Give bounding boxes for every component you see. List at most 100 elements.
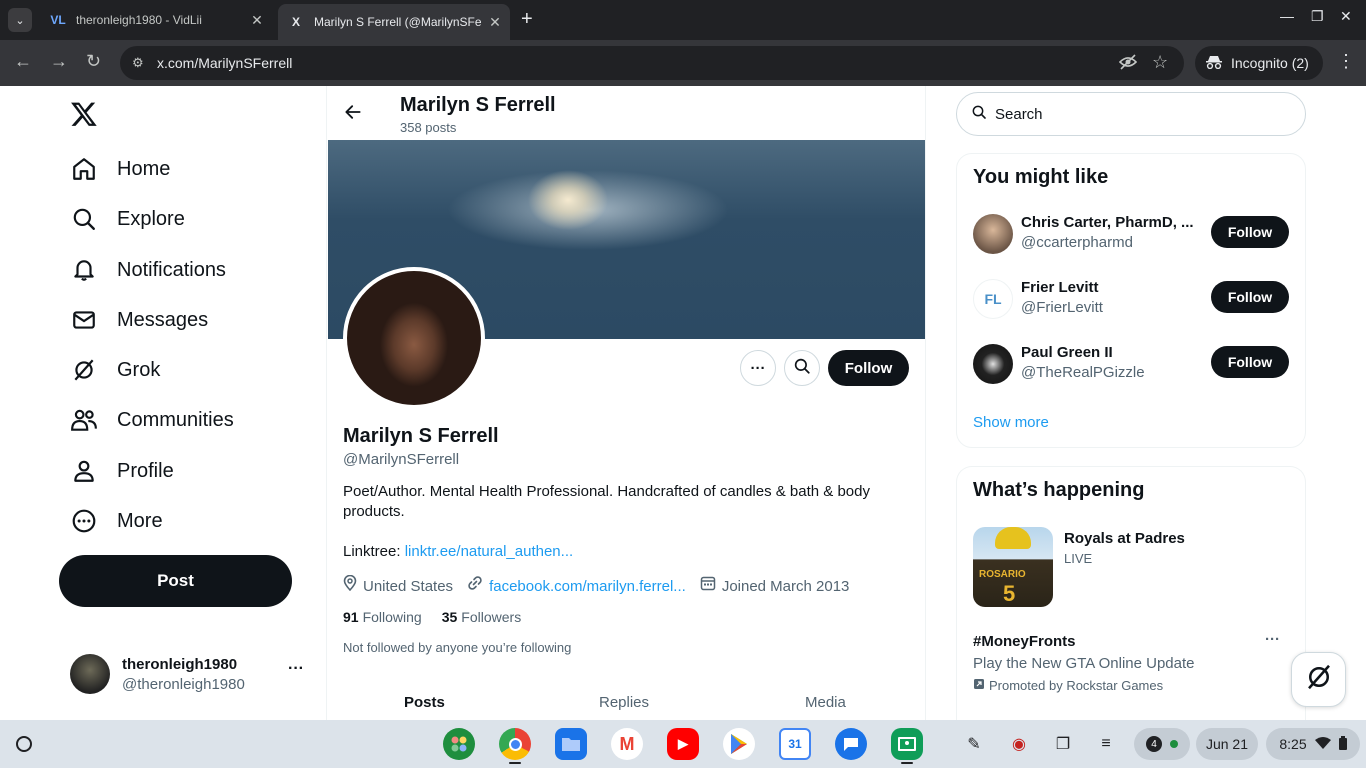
card-title: What’s happening: [973, 479, 1145, 501]
trend-more-icon[interactable]: ···: [1265, 631, 1280, 648]
suggestion-item[interactable]: Chris Carter, PharmD, ... @ccarterpharmd…: [973, 214, 1293, 258]
forward-icon[interactable]: →: [50, 51, 68, 72]
mail-icon: [70, 306, 98, 334]
event-thumbnail[interactable]: ROSARIO 5: [973, 527, 1053, 607]
back-icon[interactable]: ←: [14, 51, 32, 72]
event-title[interactable]: Royals at Padres: [1064, 530, 1185, 547]
close-window-icon[interactable]: ✕: [1340, 8, 1352, 25]
nav-label: Profile: [117, 459, 174, 482]
tab-media[interactable]: Media: [805, 694, 846, 711]
search-input[interactable]: Search: [956, 92, 1306, 136]
browser-menu-icon[interactable]: ⋮: [1337, 51, 1355, 72]
suggestion-name: Chris Carter, PharmD, ...: [1021, 214, 1194, 231]
show-more-link[interactable]: Show more: [973, 414, 1049, 431]
x-logo-icon[interactable]: [70, 100, 100, 130]
messages-app-icon[interactable]: [835, 728, 867, 760]
tote-icon[interactable]: ≡: [1094, 732, 1118, 756]
suggestion-item[interactable]: FL Frier Levitt @FrierLevitt Follow: [973, 279, 1293, 323]
jersey-name: ROSARIO: [979, 569, 1026, 580]
website-item: facebook.com/marilyn.ferrel...: [467, 575, 686, 595]
clipboard-icon[interactable]: ❐: [1051, 732, 1075, 756]
website-link[interactable]: facebook.com/marilyn.ferrel...: [489, 578, 686, 595]
nav-item-explore[interactable]: Explore: [70, 199, 185, 239]
files-icon[interactable]: [555, 728, 587, 760]
reload-icon[interactable]: ↻: [86, 51, 101, 72]
play-store-icon[interactable]: [723, 728, 755, 760]
promoted-icon: [973, 678, 985, 693]
screen-record-icon[interactable]: ◉: [1007, 732, 1031, 756]
clock: 8:25: [1279, 736, 1307, 752]
address-bar[interactable]: ⚙ x.com/MarilynSFerrell ☆: [120, 46, 1184, 80]
url-text[interactable]: x.com/MarilynSFerrell: [157, 55, 292, 71]
nav-item-communities[interactable]: Communities: [70, 400, 234, 440]
gmail-icon[interactable]: M: [611, 728, 643, 760]
account-switcher[interactable]: theronleigh1980 @theronleigh1980 ···: [70, 654, 310, 698]
nav-item-notifications[interactable]: Notifications: [70, 250, 226, 290]
pen-icon[interactable]: ✎: [962, 732, 986, 756]
nav-item-more[interactable]: More: [70, 501, 163, 541]
browser-tab-x[interactable]: X Marilyn S Ferrell (@MarilynSFe ✕: [278, 4, 510, 40]
avatar: [70, 654, 110, 694]
following-link[interactable]: 91 Following: [343, 609, 422, 625]
app-grid-icon[interactable]: [443, 728, 475, 760]
promo-text: Play the New GTA Online Update: [973, 655, 1195, 672]
grok-floating-button[interactable]: [1291, 652, 1346, 707]
suggestion-item[interactable]: Paul Green II @TheRealPGizzle Follow: [973, 344, 1293, 388]
nav-item-messages[interactable]: Messages: [70, 300, 208, 340]
site-info-icon[interactable]: ⚙: [132, 55, 144, 71]
follow-button[interactable]: Follow: [1211, 216, 1289, 248]
follow-button[interactable]: Follow: [1211, 346, 1289, 378]
linktree-link[interactable]: linktr.ee/natural_authen...: [405, 543, 573, 560]
account-more-icon[interactable]: ···: [288, 660, 304, 678]
cap-shape: [995, 527, 1031, 549]
location-text: United States: [363, 578, 454, 595]
tab-replies[interactable]: Replies: [599, 694, 649, 711]
nav-item-profile[interactable]: Profile: [70, 451, 174, 491]
grok-icon: [70, 356, 98, 384]
tab-posts[interactable]: Posts: [404, 694, 445, 711]
profile-avatar[interactable]: [343, 267, 485, 409]
calendar-app-icon[interactable]: 31: [779, 728, 811, 760]
back-arrow-icon[interactable]: [343, 102, 363, 128]
date-pill[interactable]: Jun 21: [1196, 728, 1258, 760]
suggestion-name: Frier Levitt: [1021, 279, 1099, 296]
classroom-app-icon[interactable]: [891, 728, 923, 760]
whats-happening-card: What’s happening ROSARIO 5 Royals at Pad…: [956, 466, 1306, 736]
browser-tab-vidlii[interactable]: VL theronleigh1980 - VidLii ✕: [40, 6, 272, 34]
nav-item-home[interactable]: Home: [70, 149, 170, 189]
youtube-icon[interactable]: ▶: [667, 728, 699, 760]
bookmark-star-icon[interactable]: ☆: [1152, 52, 1168, 73]
person-icon: [70, 457, 98, 485]
nav-item-grok[interactable]: Grok: [70, 350, 160, 390]
followers-count: 35: [441, 609, 458, 625]
close-tab-icon[interactable]: ✕: [486, 14, 504, 31]
notification-pill[interactable]: 4: [1134, 728, 1190, 760]
search-profile-button[interactable]: [784, 350, 820, 386]
more-options-button[interactable]: ···: [740, 350, 776, 386]
new-tab-icon[interactable]: +: [521, 9, 533, 29]
followers-link[interactable]: 35 Followers: [442, 609, 521, 625]
close-tab-icon[interactable]: ✕: [248, 12, 266, 29]
linktree-line: Linktree: linktr.ee/natural_authen...: [343, 543, 573, 560]
notification-count: 4: [1146, 736, 1162, 752]
promo-tag[interactable]: #MoneyFronts: [973, 633, 1076, 650]
jersey-number: 5: [1003, 581, 1016, 606]
minimize-icon[interactable]: —: [1280, 8, 1294, 24]
post-button[interactable]: Post: [59, 555, 292, 607]
tab-search-button[interactable]: ⌄: [8, 8, 32, 32]
more-circle-icon: [70, 507, 98, 535]
tracking-protection-icon[interactable]: [1118, 54, 1138, 74]
status-area[interactable]: 8:25: [1266, 728, 1360, 760]
incognito-badge[interactable]: Incognito (2): [1195, 46, 1323, 80]
search-icon: [793, 357, 811, 379]
launcher-icon[interactable]: [16, 736, 32, 752]
people-icon: [70, 406, 98, 434]
nav-label: Grok: [117, 358, 161, 381]
chrome-icon[interactable]: [499, 728, 531, 760]
follow-button[interactable]: Follow: [828, 350, 909, 386]
restore-icon[interactable]: ❐: [1311, 8, 1324, 25]
running-indicator: [509, 762, 521, 764]
follow-button[interactable]: Follow: [1211, 281, 1289, 313]
header-profile-name: Marilyn S Ferrell: [400, 94, 556, 116]
nav-label: Notifications: [117, 258, 226, 281]
